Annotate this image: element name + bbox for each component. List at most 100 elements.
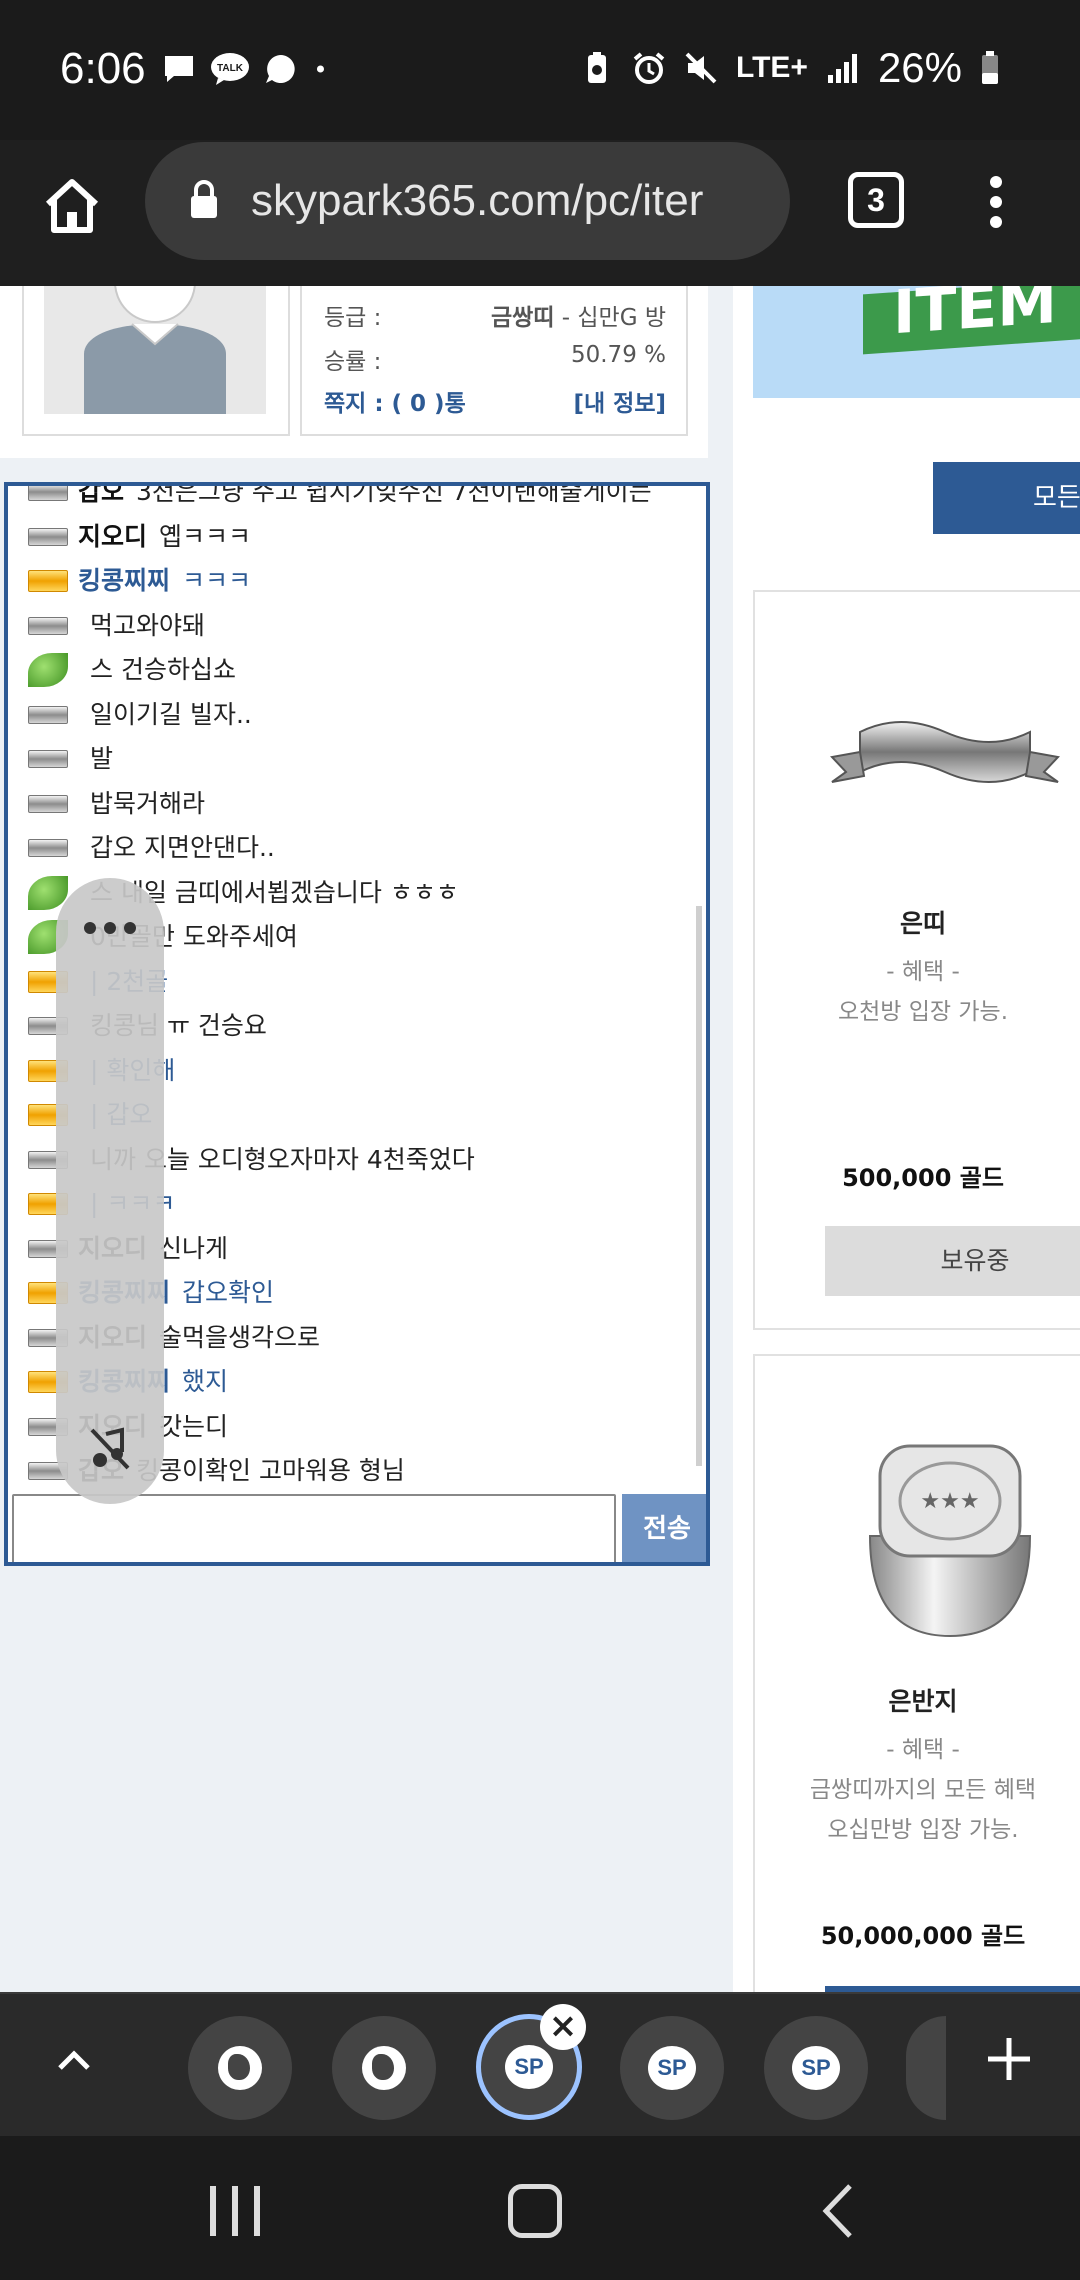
browser-toolbar: skypark365.com/pc/iter 3 [0, 140, 1080, 286]
globe-icon [218, 2046, 262, 2090]
item-price: 500,000 골드 [842, 1164, 1004, 1192]
home-nav-icon[interactable] [508, 2184, 562, 2238]
chat-text: ㅋㅋㅋ [182, 566, 252, 596]
chat-message: 일이기길 빌자.. [28, 693, 686, 738]
chat-text: 갓는디 [159, 1411, 229, 1441]
item-desc: - 혜택 - 금쌍띠까지의 모든 혜택 오십만방 입장 가능. [809, 1737, 1037, 1843]
battery-icon [982, 51, 998, 84]
chat-nickname[interactable]: 지오디 [78, 515, 147, 559]
status-bar: 6:06 TALK LTE+ 26% [0, 0, 1080, 140]
dot-icon [316, 65, 324, 73]
tab-thumbnail-4[interactable]: SP [620, 2016, 724, 2120]
silver-level-icon [28, 486, 68, 502]
chat-message: 갑오 3천은그냥 주고 쉽지기잊주진 7천이랜해줄게이는 [28, 486, 686, 515]
item-name: 은띠 [899, 909, 946, 938]
notes-link[interactable]: 쪽지 : ( 0 )통 [324, 384, 466, 418]
chat-text: 일이기길 빌자.. [90, 699, 252, 729]
silver-belt-image [755, 592, 1080, 792]
tab-thumbnail-5[interactable]: SP [764, 2016, 868, 2120]
chat-message: 지오디 옙ㅋㅋㅋ [28, 515, 686, 560]
silver-level-icon [28, 616, 68, 635]
battery-saver-icon [587, 52, 606, 83]
tab-thumbnail-6-partial[interactable] [906, 2016, 946, 2120]
silver-level-icon [28, 527, 68, 546]
chat-text: 옙ㅋㅋㅋ [159, 521, 252, 551]
owned-button[interactable]: 보유중 [825, 1226, 1080, 1296]
chat-message: 갑오 지면안댄다.. [28, 826, 686, 871]
chat-text: 킹콩이확인 고마워용 형님 [136, 1456, 405, 1486]
chat-text: 했지 [182, 1367, 229, 1397]
status-right: LTE+ 26% [580, 44, 1000, 92]
item-card-silver-belt: 은띠 - 혜택 - 오천방 입장 가능. 500,000 골드 보유중 [753, 590, 1080, 1330]
item-desc: - 혜택 - 오천방 입장 가능. [837, 959, 1009, 1025]
gold-level-icon [28, 570, 68, 593]
tab-thumbnail-2[interactable] [332, 2016, 436, 2120]
profile-info: 등급 : 금쌍띠 - 십만G 방 승률 : 50.79 % 쪽지 : ( 0 )… [300, 286, 688, 436]
ring-icon: ★★★ [868, 1444, 1032, 1638]
more-dots-icon[interactable] [84, 922, 136, 934]
chat-input[interactable] [12, 1494, 616, 1562]
send-button[interactable]: 전송 [622, 1494, 706, 1562]
ribbon-icon [830, 721, 1060, 783]
grade-value: 금쌍띠 - 십만G 방 [490, 305, 666, 331]
item-card-silver-ring: ★★★ 은반지 - 혜택 - 금쌍띠까지의 모든 혜택 오십만방 입장 가능. … [753, 1354, 1080, 1992]
chat-text: 신나게 [159, 1233, 229, 1263]
all-items-button[interactable]: 모든 [933, 462, 1080, 534]
chat-text: 술먹을생각으로 [159, 1322, 321, 1352]
chat-text: 밥묵거해라 [90, 788, 206, 818]
person-silhouette-icon [44, 286, 266, 414]
leaf-level-icon [28, 653, 68, 688]
chat-nickname[interactable]: 갑오 [78, 486, 124, 514]
chat-text: 발 [90, 744, 114, 774]
grade-row: 등급 : 금쌍띠 - 십만G 방 [324, 298, 666, 331]
avatar [44, 286, 266, 414]
my-info-link[interactable]: [내 정보] [573, 384, 666, 418]
winrate-value: 50.79 % [570, 342, 666, 368]
close-tab-icon[interactable]: × [540, 2004, 586, 2050]
music-off-icon[interactable] [90, 1426, 130, 1470]
silver-level-icon [28, 794, 68, 813]
chat-message: 먹고와야돼 [28, 604, 686, 649]
status-time: 6:06 [60, 44, 146, 93]
chat-message: 스 건승하십쇼 [28, 648, 686, 693]
mute-icon [685, 52, 717, 84]
chat-bubble-icon [266, 55, 295, 83]
chat-text: 스 건승하십쇼 [90, 655, 236, 685]
web-page: 등급 : 금쌍띠 - 십만G 방 승률 : 50.79 % 쪽지 : ( 0 )… [0, 286, 1080, 1992]
battery-percent: 26% [877, 44, 962, 91]
message-icon [165, 56, 193, 82]
globe-icon [362, 2046, 406, 2090]
address-bar[interactable]: skypark365.com/pc/iter [145, 142, 790, 260]
notes-row: 쪽지 : ( 0 )통 [내 정보] [324, 384, 666, 417]
tab-strip: SP × SP SP [0, 1992, 1080, 2136]
new-tab-icon[interactable] [984, 2034, 1034, 2084]
kakaotalk-icon: TALK [211, 53, 249, 85]
silver-level-icon [28, 750, 68, 769]
home-icon[interactable] [40, 174, 104, 238]
item-name: 은반지 [888, 1687, 958, 1716]
kakao-label: TALK [217, 63, 244, 74]
more-menu-icon[interactable] [986, 176, 1006, 232]
chat-scrollbar[interactable] [696, 906, 702, 1466]
chat-message: 킹콩찌찌 ㅋㅋㅋ [28, 559, 686, 604]
floating-media-control[interactable] [56, 878, 164, 1504]
item-banner[interactable]: ITEM [753, 286, 1080, 398]
chevron-up-icon[interactable] [54, 2040, 94, 2080]
notification-icons: TALK [162, 52, 336, 86]
chat-text: 먹고와야돼 [90, 610, 206, 640]
sp-icon: SP [648, 2046, 696, 2090]
sp-icon: SP [505, 2045, 553, 2089]
sp-icon: SP [792, 2046, 840, 2090]
winrate-label: 승률 : [324, 349, 382, 375]
chat-nickname[interactable]: 킹콩찌찌 [78, 559, 170, 603]
tab-count-button[interactable]: 3 [848, 172, 904, 228]
alarm-icon [633, 52, 665, 84]
url-text[interactable]: skypark365.com/pc/iter [251, 176, 781, 226]
lock-icon [191, 180, 217, 218]
chat-message: 밥묵거해라 [28, 782, 686, 827]
silver-level-icon [28, 705, 68, 724]
back-icon[interactable] [818, 2182, 858, 2240]
tab-thumbnail-1[interactable] [188, 2016, 292, 2120]
recent-apps-icon[interactable] [210, 2186, 260, 2236]
winrate-row: 승률 : 50.79 % [324, 342, 666, 375]
